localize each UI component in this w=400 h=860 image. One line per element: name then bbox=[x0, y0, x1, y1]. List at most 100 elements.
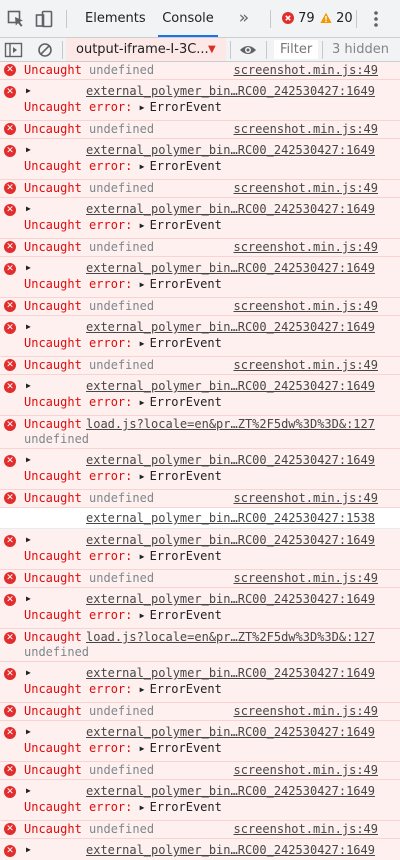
source-link[interactable]: external_polymer_bin…RC00_242530427:1649 bbox=[86, 260, 375, 276]
expand-triangle-icon[interactable]: ▶ bbox=[26, 378, 31, 394]
source-link[interactable]: external_polymer_bin…RC00_242530427:1649 bbox=[86, 83, 375, 99]
console-error-row[interactable]: ✕ ▶ external_polymer_bin…RC00_242530427:16… bbox=[0, 139, 400, 180]
source-link[interactable]: screenshot.min.js:49 bbox=[234, 821, 379, 837]
expand-triangle-icon[interactable]: ▶ bbox=[26, 83, 31, 99]
device-toolbar-icon[interactable] bbox=[34, 9, 54, 29]
console-error-row[interactable]: ✕ ▶ external_polymer_bin…RC00_242530427:16… bbox=[0, 780, 400, 821]
expand-triangle-icon[interactable]: ▶ bbox=[140, 159, 150, 175]
expand-triangle-icon[interactable]: ▶ bbox=[140, 100, 150, 116]
expand-triangle-icon[interactable]: ▶ bbox=[26, 142, 31, 158]
source-link[interactable]: external_polymer_bin…RC00_242530427:1649 bbox=[86, 532, 375, 548]
source-link[interactable]: screenshot.min.js:49 bbox=[234, 570, 379, 586]
expand-triangle-icon[interactable]: ▶ bbox=[26, 201, 31, 217]
console-error-row[interactable]: ✕ ▶ external_polymer_bin…RC00_242530427:16… bbox=[0, 449, 400, 490]
source-link[interactable]: screenshot.min.js:49 bbox=[234, 357, 379, 373]
source-link[interactable]: external_polymer_bin…RC00_242530427:1649 bbox=[86, 842, 375, 858]
source-link[interactable]: screenshot.min.js:49 bbox=[234, 239, 379, 255]
expand-triangle-icon[interactable]: ▶ bbox=[140, 395, 150, 411]
console-error-row[interactable]: ✕ Uncaught load.js?locale=en&pr…ZT%2F5dw%3… bbox=[0, 629, 400, 662]
source-link[interactable]: external_polymer_bin…RC00_242530427:1649 bbox=[86, 783, 375, 799]
console-error-row[interactable]: ✕ Uncaught undefined screenshot.min.js:49 bbox=[0, 490, 400, 508]
console-error-row[interactable]: ✕ Uncaught undefined screenshot.min.js:49 bbox=[0, 62, 400, 80]
error-event-label[interactable]: ErrorEvent bbox=[150, 469, 222, 483]
expand-triangle-icon[interactable]: ▶ bbox=[140, 218, 150, 234]
console-error-row[interactable]: ✕ Uncaught undefined screenshot.min.js:49 bbox=[0, 298, 400, 316]
console-error-row[interactable]: ✕ Uncaught undefined screenshot.min.js:49 bbox=[0, 180, 400, 198]
sidebar-toggle-icon[interactable] bbox=[4, 41, 24, 59]
expand-triangle-icon[interactable]: ▶ bbox=[26, 452, 31, 468]
expand-triangle-icon[interactable]: ▶ bbox=[140, 608, 150, 624]
expand-triangle-icon[interactable]: ▶ bbox=[26, 591, 31, 607]
expand-triangle-icon[interactable]: ▶ bbox=[140, 336, 150, 352]
expand-triangle-icon[interactable]: ▶ bbox=[26, 319, 31, 335]
warning-counter[interactable]: 20 bbox=[320, 0, 353, 37]
execution-context-select[interactable]: output-iframe-I-3C... ▼ bbox=[66, 38, 226, 61]
source-link[interactable]: load.js?locale=en&pr…ZT%2F5dw%3D%3D&:127 bbox=[86, 416, 375, 432]
expand-triangle-icon[interactable]: ▶ bbox=[26, 842, 31, 858]
source-link[interactable]: external_polymer_bin…RC00_242530427:1649 bbox=[86, 724, 375, 740]
expand-triangle-icon[interactable]: ▶ bbox=[140, 800, 150, 816]
expand-triangle-icon[interactable]: ▶ bbox=[140, 469, 150, 485]
console-error-row[interactable]: ✕ Uncaught undefined screenshot.min.js:49 bbox=[0, 762, 400, 780]
console-error-row[interactable]: ✕ Uncaught undefined screenshot.min.js:49 bbox=[0, 239, 400, 257]
clear-console-icon[interactable] bbox=[37, 42, 53, 58]
error-counter[interactable]: 79 bbox=[282, 0, 315, 37]
error-event-label[interactable]: ErrorEvent bbox=[150, 336, 222, 350]
console-error-row[interactable]: ✕ Uncaught undefined screenshot.min.js:49 bbox=[0, 570, 400, 588]
inspect-element-icon[interactable] bbox=[6, 9, 26, 29]
error-event-label[interactable]: ErrorEvent bbox=[150, 100, 222, 114]
console-error-row[interactable]: ✕ Uncaught load.js?locale=en&pr…ZT%2F5dw%3… bbox=[0, 416, 400, 449]
console-error-row[interactable]: ✕ ▶ external_polymer_bin…RC00_242530427:16… bbox=[0, 316, 400, 357]
expand-triangle-icon[interactable]: ▶ bbox=[26, 783, 31, 799]
eye-icon[interactable] bbox=[239, 43, 257, 57]
expand-triangle-icon[interactable]: ▶ bbox=[26, 665, 31, 681]
source-link[interactable]: screenshot.min.js:49 bbox=[234, 703, 379, 719]
source-link[interactable]: screenshot.min.js:49 bbox=[234, 121, 379, 137]
source-link[interactable]: external_polymer_bin…RC00_242530427:1649 bbox=[86, 665, 375, 681]
console-info-row[interactable]: external_polymer_bin…RC00_242530427:1538 bbox=[0, 508, 400, 529]
expand-triangle-icon[interactable]: ▶ bbox=[26, 724, 31, 740]
console-error-row[interactable]: ✕ ▶ external_polymer_bin…RC00_242530427:16… bbox=[0, 80, 400, 121]
source-link[interactable]: screenshot.min.js:49 bbox=[234, 762, 379, 778]
error-event-label[interactable]: ErrorEvent bbox=[150, 395, 222, 409]
expand-triangle-icon[interactable]: ▶ bbox=[140, 741, 150, 757]
source-link[interactable]: screenshot.min.js:49 bbox=[234, 180, 379, 196]
error-event-label[interactable]: ErrorEvent bbox=[150, 741, 222, 755]
source-link[interactable]: external_polymer_bin…RC00_242530427:1649 bbox=[86, 591, 375, 607]
error-event-label[interactable]: ErrorEvent bbox=[150, 159, 222, 173]
expand-triangle-icon[interactable]: ▶ bbox=[140, 682, 150, 698]
console-error-row[interactable]: ✕ ▶ external_polymer_bin…RC00_242530427:16… bbox=[0, 839, 400, 860]
console-error-row[interactable]: ✕ Uncaught undefined screenshot.min.js:49 bbox=[0, 703, 400, 721]
expand-triangle-icon[interactable]: ▶ bbox=[140, 549, 150, 565]
source-link[interactable]: screenshot.min.js:49 bbox=[234, 62, 379, 78]
source-link[interactable]: external_polymer_bin…RC00_242530427:1649 bbox=[86, 201, 375, 217]
console-error-row[interactable]: ✕ ▶ external_polymer_bin…RC00_242530427:16… bbox=[0, 588, 400, 629]
source-link[interactable]: external_polymer_bin…RC00_242530427:1649 bbox=[86, 452, 375, 468]
source-link[interactable]: external_polymer_bin…RC00_242530427:1649 bbox=[86, 319, 375, 335]
source-link[interactable]: external_polymer_bin…RC00_242530427:1649 bbox=[86, 378, 375, 394]
error-event-label[interactable]: ErrorEvent bbox=[150, 800, 222, 814]
error-event-label[interactable]: ErrorEvent bbox=[150, 277, 222, 291]
more-options-icon[interactable] bbox=[366, 9, 386, 29]
filter-input[interactable] bbox=[274, 40, 318, 59]
expand-triangle-icon[interactable]: ▶ bbox=[26, 532, 31, 548]
console-error-row[interactable]: ✕ Uncaught undefined screenshot.min.js:49 bbox=[0, 121, 400, 139]
console-error-row[interactable]: ✕ ▶ external_polymer_bin…RC00_242530427:16… bbox=[0, 375, 400, 416]
expand-triangle-icon[interactable]: ▶ bbox=[26, 260, 31, 276]
expand-triangle-icon[interactable]: ▶ bbox=[140, 277, 150, 293]
source-link[interactable]: external_polymer_bin…RC00_242530427:1649 bbox=[86, 142, 375, 158]
console-error-row[interactable]: ✕ Uncaught undefined screenshot.min.js:49 bbox=[0, 821, 400, 839]
source-link[interactable]: screenshot.min.js:49 bbox=[234, 490, 379, 506]
error-event-label[interactable]: ErrorEvent bbox=[150, 682, 222, 696]
console-error-row[interactable]: ✕ ▶ external_polymer_bin…RC00_242530427:16… bbox=[0, 721, 400, 762]
error-event-label[interactable]: ErrorEvent bbox=[150, 218, 222, 232]
source-link[interactable]: screenshot.min.js:49 bbox=[234, 298, 379, 314]
console-error-row[interactable]: ✕ ▶ external_polymer_bin…RC00_242530427:16… bbox=[0, 529, 400, 570]
tab-console[interactable]: Console bbox=[158, 0, 218, 37]
console-error-row[interactable]: ✕ Uncaught undefined screenshot.min.js:49 bbox=[0, 357, 400, 375]
console-error-row[interactable]: ✕ ▶ external_polymer_bin…RC00_242530427:16… bbox=[0, 662, 400, 703]
source-link[interactable]: external_polymer_bin…RC00_242530427:1538 bbox=[86, 510, 375, 526]
more-tabs-button[interactable]: » bbox=[236, 0, 252, 37]
error-event-label[interactable]: ErrorEvent bbox=[150, 549, 222, 563]
console-error-row[interactable]: ✕ ▶ external_polymer_bin…RC00_242530427:16… bbox=[0, 198, 400, 239]
